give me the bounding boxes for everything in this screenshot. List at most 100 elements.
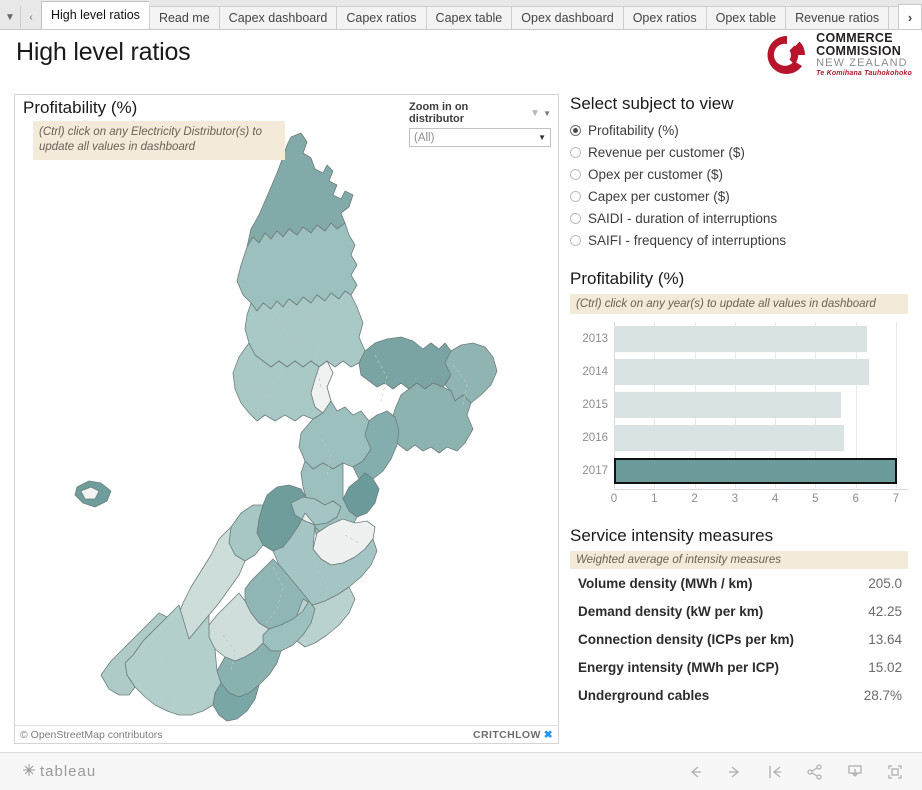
workbook-tab[interactable]: Read me	[148, 6, 219, 29]
chart-title: Profitability (%)	[570, 269, 685, 288]
radio-button-icon	[570, 124, 581, 136]
chart-x-axis: 0 1 2 3 4 5 6 7	[610, 489, 908, 512]
chart-row[interactable]: 2013	[582, 322, 908, 355]
measure-name: Underground cables	[578, 687, 710, 703]
measure-name: Connection density (ICPs per km)	[578, 631, 795, 647]
chart-x-tick-label: 1	[651, 493, 658, 505]
new-zealand-choropleth-map[interactable]	[15, 95, 558, 722]
chart-x-tick-label: 2	[691, 493, 698, 505]
share-icon[interactable]	[806, 763, 824, 781]
measure-row: Volume density (MWh / km) 205.0	[570, 569, 908, 597]
profitability-by-year-bar-chart[interactable]: 2013 2014 2015 2016 2017 0 1 2 3 4 5 6 7	[570, 322, 908, 512]
workbook-tab[interactable]: High level ratios	[41, 1, 149, 29]
right-panel: Select subject to view Profitability (%)…	[570, 94, 908, 744]
radio-button-icon	[570, 190, 581, 202]
commerce-commission-logo: COMMERCE COMMISSION NEW ZEALAND Te Komih…	[765, 32, 912, 77]
workbook-tab[interactable]: Opex ratios	[622, 6, 706, 29]
radio-button-icon	[570, 146, 581, 158]
back-icon[interactable]	[686, 763, 704, 781]
logo-line-3: NEW ZEALAND	[816, 57, 908, 69]
filter-menu-caret-icon[interactable]: ▼	[543, 109, 551, 118]
workbook-tab[interactable]: Revenue ratios	[785, 6, 889, 29]
chart-y-tick-label: 2013	[582, 332, 608, 345]
chart-x-tick-label: 7	[892, 493, 900, 505]
measure-name: Demand density (kW per km)	[578, 603, 764, 619]
subject-radio-option[interactable]: Opex per customer ($)	[570, 163, 908, 185]
measures-title: Service intensity measures	[570, 526, 774, 545]
chart-x-tick-label: 4	[771, 493, 779, 505]
subject-radio-label: Revenue per customer ($)	[588, 144, 745, 160]
map-svg[interactable]	[15, 95, 558, 722]
chart-bar[interactable]	[614, 325, 867, 352]
map-instruction-note: (Ctrl) click on any Electricity Distribu…	[33, 121, 285, 160]
page-title: High level ratios	[16, 38, 191, 66]
chart-x-tick-label: 3	[731, 493, 739, 505]
subject-radio-option[interactable]: Profitability (%)	[570, 119, 908, 141]
zoom-filter-label-row: Zoom in on distributor ▼ ▼	[409, 101, 551, 125]
subject-selector-title: Select subject to view	[570, 94, 734, 113]
chart-bar[interactable]	[614, 425, 844, 452]
subject-radio-option[interactable]: SAIFI - frequency of interruptions	[570, 229, 908, 251]
chart-bar-rows: 2013 2014 2015 2016 2017	[582, 322, 908, 488]
tab-scroll-left-icon[interactable]: ‹	[20, 6, 41, 28]
map-panel: Profitability (%) (Ctrl) click on any El…	[14, 94, 559, 778]
measure-value: 42.25	[868, 603, 902, 619]
commerce-commission-mark-icon	[765, 33, 809, 77]
radio-button-icon	[570, 234, 581, 246]
download-icon[interactable]	[846, 763, 864, 781]
chart-y-tick-label: 2015	[582, 398, 608, 411]
chart-bar[interactable]	[614, 358, 869, 385]
measure-row: Connection density (ICPs per km) 13.64	[570, 625, 908, 653]
tableau-brand-logo[interactable]: tableau	[22, 763, 96, 781]
workbook-tab[interactable]: Capex ratios	[336, 6, 426, 29]
measure-value: 15.02	[868, 659, 902, 675]
chart-y-tick-label: 2014	[582, 365, 608, 378]
zoom-distributor-filter: Zoom in on distributor ▼ ▼ (All) ▼	[409, 101, 551, 147]
measure-row: Underground cables 28.7%	[570, 681, 908, 709]
forward-icon[interactable]	[726, 763, 744, 781]
tableau-bottom-bar: tableau	[0, 752, 922, 790]
subject-radio-option[interactable]: Capex per customer ($)	[570, 185, 908, 207]
chart-x-tick-label: 0	[610, 493, 618, 505]
tab-list-dropdown-icon[interactable]: ▼	[0, 6, 20, 28]
workbook-tab[interactable]: Opex table	[705, 6, 786, 29]
chart-x-tick-label: 6	[852, 493, 859, 505]
chart-row[interactable]: 2015	[582, 388, 908, 421]
measures-note: Weighted average of intensity measures	[570, 551, 908, 569]
chart-bar[interactable]	[614, 458, 898, 485]
measure-row: Energy intensity (MWh per ICP) 15.02	[570, 653, 908, 681]
measure-row: Demand density (kW per km) 42.25	[570, 597, 908, 625]
map-attribution: © OpenStreetMap contributors	[20, 728, 163, 741]
subject-radio-label: Profitability (%)	[588, 122, 679, 138]
subject-radio-option[interactable]: SAIDI - duration of interruptions	[570, 207, 908, 229]
tab-scroll-right-icon[interactable]: ›	[898, 4, 922, 29]
dashboard-header: High level ratios COMMERCE COMMISSION NE…	[0, 30, 922, 92]
filter-funnel-icon[interactable]: ▼	[530, 108, 540, 119]
workbook-tab[interactable]: Re	[888, 6, 898, 29]
chart-x-tick-label: 5	[812, 493, 819, 505]
bottom-bar-actions	[686, 763, 904, 781]
chart-row[interactable]: 2017	[582, 455, 908, 488]
workbook-tab[interactable]: Opex dashboard	[511, 6, 623, 29]
radio-button-icon	[570, 212, 581, 224]
measure-value: 13.64	[868, 631, 902, 647]
critchlow-mark-icon: ✖	[543, 728, 553, 741]
fullscreen-icon[interactable]	[886, 763, 904, 781]
workbook-tab[interactable]: Capex dashboard	[218, 6, 337, 29]
chart-row[interactable]: 2014	[582, 355, 908, 388]
subject-radio-label: SAIFI - frequency of interruptions	[588, 232, 787, 248]
subject-radio-label: Capex per customer ($)	[588, 188, 730, 204]
revert-icon[interactable]	[766, 763, 784, 781]
workbook-tab-bar: ▼ ‹ High level ratios Read me Capex dashbo…	[0, 0, 922, 30]
service-intensity-measures: Service intensity measures Weighted aver…	[570, 526, 908, 709]
measure-value: 28.7%	[863, 687, 902, 703]
zoom-filter-label: Zoom in on distributor	[409, 101, 469, 125]
zoom-distributor-select[interactable]: (All) ▼	[409, 128, 551, 147]
chart-bar[interactable]	[614, 391, 841, 418]
chart-section: Profitability (%) (Ctrl) click on any ye…	[570, 269, 908, 512]
chart-row[interactable]: 2016	[582, 422, 908, 455]
subject-radio-option[interactable]: Revenue per customer ($)	[570, 141, 908, 163]
zoom-distributor-value: (All)	[414, 131, 435, 144]
workbook-tab[interactable]: Capex table	[425, 6, 512, 29]
subject-radio-group[interactable]: Profitability (%) Revenue per customer ($…	[570, 119, 908, 251]
